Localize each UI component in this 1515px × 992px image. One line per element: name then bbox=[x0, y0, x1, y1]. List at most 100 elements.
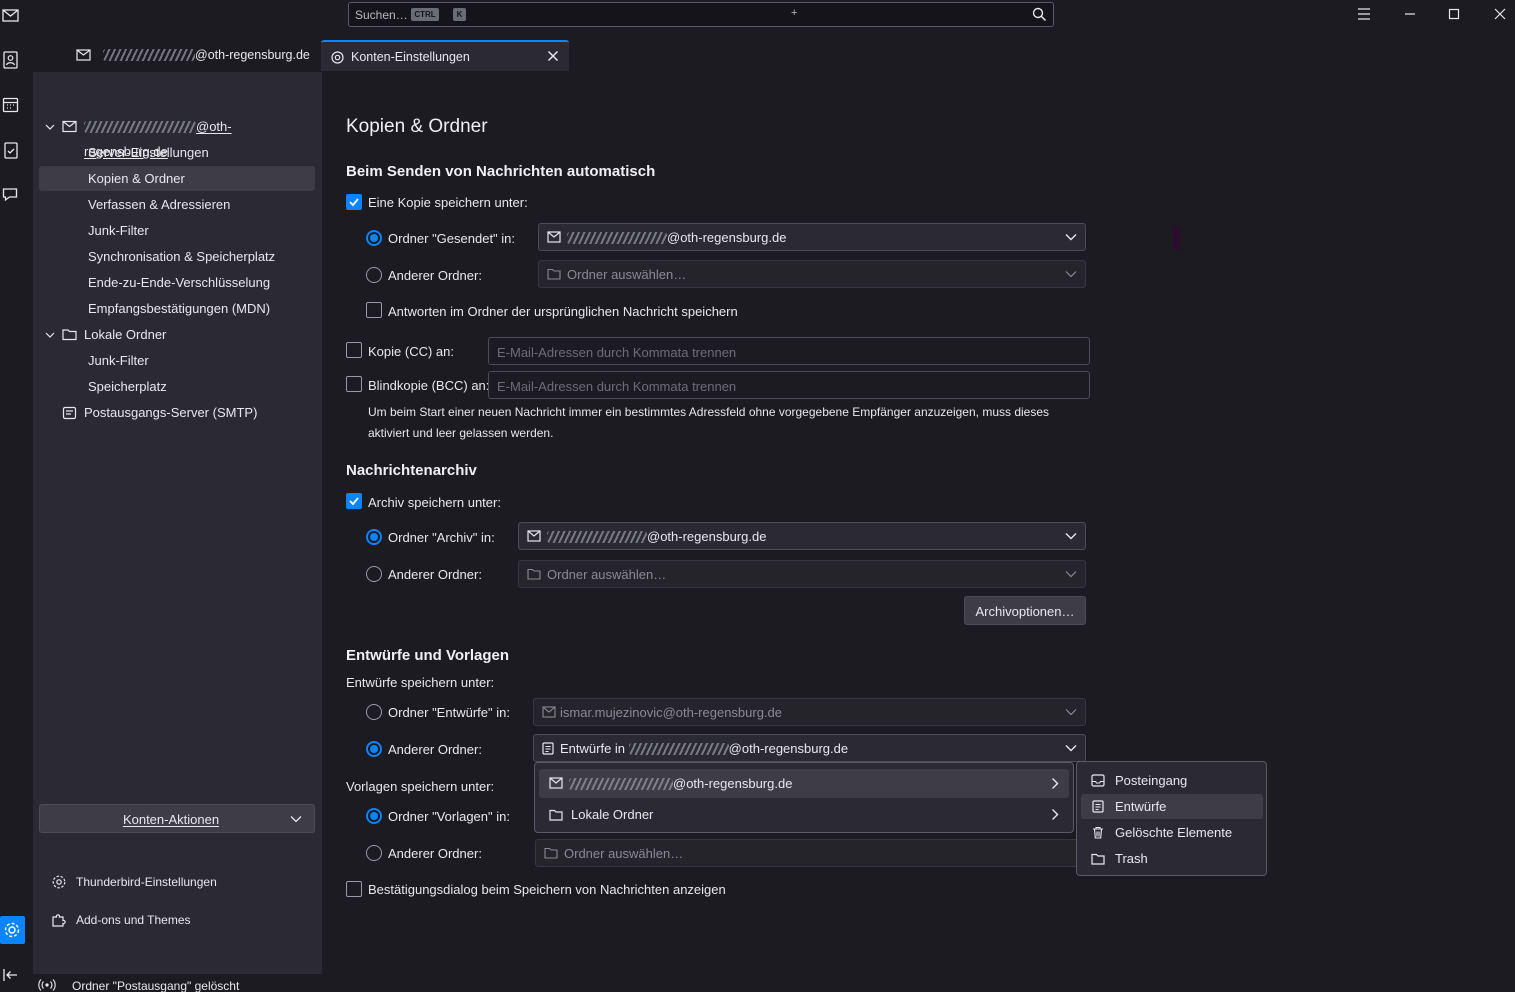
mail-account-icon bbox=[549, 777, 563, 789]
drafts-folder-value: ismar.mujezinovic@oth-regensburg.de bbox=[560, 705, 783, 720]
mail-icon[interactable] bbox=[1, 6, 21, 26]
online-status-icon[interactable] bbox=[38, 978, 56, 992]
drafts-other-folder-radio[interactable] bbox=[366, 741, 382, 757]
menu-item-deleted-label: Gelöschte Elemente bbox=[1115, 825, 1233, 840]
menu-item-account[interactable]: @oth-regensburg.de bbox=[539, 769, 1069, 798]
calendar-icon[interactable] bbox=[1, 95, 21, 115]
tasks-icon[interactable] bbox=[1, 140, 21, 160]
chevron-down-icon bbox=[1065, 233, 1077, 241]
account-actions-button[interactable]: Konten-Aktionen bbox=[39, 804, 315, 833]
sent-folder-radio[interactable] bbox=[366, 230, 382, 246]
tree-junk[interactable]: Junk-Filter bbox=[39, 218, 315, 243]
confirm-dialog-label: Bestätigungsdialog beim Speichern von Na… bbox=[368, 882, 726, 897]
archive-other-folder-value: Ordner auswählen… bbox=[547, 567, 667, 582]
templates-save-label: Vorlagen speichern unter: bbox=[346, 779, 495, 794]
address-book-icon[interactable] bbox=[1, 50, 21, 70]
tree-server-settings[interactable]: Server-Einstellungen bbox=[39, 140, 315, 165]
tree-local-junk[interactable]: Junk-Filter bbox=[39, 348, 315, 373]
tab-strip: @oth-regensburg.de Konten-Einstellungen bbox=[33, 36, 1515, 72]
archive-options-button[interactable]: Archivoptionen… bbox=[964, 596, 1086, 625]
tree-e2e[interactable]: Ende-zu-Ende-Verschlüsselung bbox=[39, 270, 315, 295]
archive-folder-radio[interactable] bbox=[366, 529, 382, 545]
mail-account-icon bbox=[76, 48, 91, 62]
tree-local-folders[interactable]: Lokale Ordner bbox=[39, 322, 315, 347]
mail-account-icon bbox=[547, 231, 561, 243]
tree-compose[interactable]: Verfassen & Adressieren bbox=[39, 192, 315, 217]
menu-item-local-folders[interactable]: Lokale Ordner bbox=[539, 801, 1069, 828]
sent-folder-select[interactable]: @oth-regensburg.de bbox=[538, 223, 1086, 251]
templates-other-folder-value: Ordner auswählen… bbox=[564, 846, 684, 861]
archive-other-folder-select[interactable]: Ordner auswählen… bbox=[518, 560, 1086, 588]
sent-folder-value: @oth-regensburg.de bbox=[667, 230, 787, 245]
spaces-toolbar bbox=[0, 0, 33, 992]
app-menu-icon[interactable] bbox=[1352, 4, 1376, 24]
templates-folder-label: Ordner "Vorlagen" in: bbox=[388, 809, 510, 824]
gear-icon bbox=[51, 874, 67, 890]
archive-folder-label: Ordner "Archiv" in: bbox=[388, 530, 495, 545]
tab-account-settings[interactable]: Konten-Einstellungen bbox=[321, 40, 569, 71]
tree-item-label: Junk-Filter bbox=[88, 353, 149, 368]
drafts-folder-label: Ordner "Entwürfe" in: bbox=[388, 705, 510, 720]
collapse-spaces-icon[interactable] bbox=[1, 965, 21, 985]
archive-label: Archiv speichern unter: bbox=[368, 495, 501, 510]
tree-item-label: Empfangsbestätigungen (MDN) bbox=[88, 301, 271, 316]
templates-folder-radio[interactable] bbox=[366, 808, 382, 824]
search-icon[interactable] bbox=[1032, 7, 1047, 22]
menu-item-drafts-label: Entwürfe bbox=[1115, 799, 1167, 814]
chevron-down-icon bbox=[1065, 708, 1077, 716]
close-tab-icon[interactable] bbox=[545, 48, 561, 64]
puzzle-icon bbox=[51, 912, 67, 928]
tree-item-label: Kopien & Ordner bbox=[88, 171, 185, 186]
tree-smtp[interactable]: Postausgangs-Server (SMTP) bbox=[39, 400, 315, 425]
chat-icon[interactable] bbox=[1, 185, 21, 205]
tree-item-label: Ende-zu-Ende-Verschlüsselung bbox=[88, 275, 271, 290]
sent-other-folder-select[interactable]: Ordner auswählen… bbox=[538, 260, 1086, 288]
menu-item-inbox[interactable]: Posteingang bbox=[1081, 768, 1263, 793]
tree-item-label: Postausgangs-Server (SMTP) bbox=[84, 405, 258, 420]
drafts-other-folder-select[interactable]: Entwürfe in @oth-regensburg.de bbox=[533, 734, 1086, 762]
tree-item-label: Server-Einstellungen bbox=[88, 145, 209, 160]
templates-other-folder-select[interactable]: Ordner auswählen… bbox=[535, 839, 1086, 867]
tree-mdn[interactable]: Empfangsbestätigungen (MDN) bbox=[39, 296, 315, 321]
chevron-down-icon bbox=[1065, 532, 1077, 540]
tree-local-storage[interactable]: Speicherplatz bbox=[39, 374, 315, 399]
save-copy-checkbox[interactable] bbox=[346, 194, 362, 210]
folder-icon bbox=[547, 268, 561, 280]
bcc-checkbox[interactable] bbox=[346, 376, 362, 392]
tree-copies-folders[interactable]: Kopien & Ordner bbox=[39, 166, 315, 191]
sent-other-folder-label: Anderer Ordner: bbox=[388, 268, 482, 283]
chevron-down-icon[interactable] bbox=[45, 123, 55, 131]
templates-other-folder-radio[interactable] bbox=[366, 845, 382, 861]
search-input[interactable]: Suchen… CTRL + K bbox=[348, 2, 1054, 27]
archive-other-folder-radio[interactable] bbox=[366, 566, 382, 582]
sent-other-folder-radio[interactable] bbox=[366, 267, 382, 283]
chevron-down-icon[interactable] bbox=[45, 331, 55, 339]
save-copy-label: Eine Kopie speichern unter: bbox=[368, 195, 528, 210]
settings-space-icon[interactable] bbox=[0, 916, 25, 944]
reply-in-folder-label: Antworten im Ordner der ursprünglichen N… bbox=[388, 304, 738, 319]
archive-checkbox[interactable] bbox=[346, 493, 362, 509]
cc-checkbox[interactable] bbox=[346, 342, 362, 358]
menu-item-local-label: Lokale Ordner bbox=[571, 807, 654, 822]
menu-item-deleted[interactable]: Gelöschte Elemente bbox=[1081, 820, 1263, 845]
drafts-other-suffix: @oth-regensburg.de bbox=[728, 741, 849, 756]
menu-item-drafts[interactable]: Entwürfe bbox=[1081, 794, 1263, 819]
tree-sync[interactable]: Synchronisation & Speicherplatz bbox=[39, 244, 315, 269]
minimize-icon[interactable] bbox=[1398, 4, 1422, 24]
reply-in-folder-checkbox[interactable] bbox=[366, 302, 382, 318]
menu-item-trash[interactable]: Trash bbox=[1081, 846, 1263, 871]
status-bar: Ordner "Postausgang" gelöscht bbox=[33, 974, 1515, 992]
tab-mail[interactable]: @oth-regensburg.de bbox=[67, 40, 318, 71]
archive-folder-select[interactable]: @oth-regensburg.de bbox=[518, 522, 1086, 550]
drafts-folder-radio[interactable] bbox=[366, 704, 382, 720]
bcc-input[interactable]: E-Mail-Adressen durch Kommata trennen bbox=[488, 371, 1090, 399]
cc-input[interactable]: E-Mail-Adressen durch Kommata trennen bbox=[488, 337, 1090, 365]
close-window-icon[interactable] bbox=[1488, 4, 1512, 24]
tree-account[interactable]: @oth-regensburg.de bbox=[39, 114, 315, 159]
menu-item-inbox-label: Posteingang bbox=[1115, 773, 1188, 788]
confirm-dialog-checkbox[interactable] bbox=[346, 881, 362, 897]
drafts-folder-select[interactable]: ismar.mujezinovic@oth-regensburg.de bbox=[533, 698, 1086, 726]
tree-item-label: Synchronisation & Speicherplatz bbox=[88, 249, 276, 264]
bcc-placeholder: E-Mail-Adressen durch Kommata trennen bbox=[497, 379, 737, 394]
maximize-icon[interactable] bbox=[1442, 4, 1466, 24]
